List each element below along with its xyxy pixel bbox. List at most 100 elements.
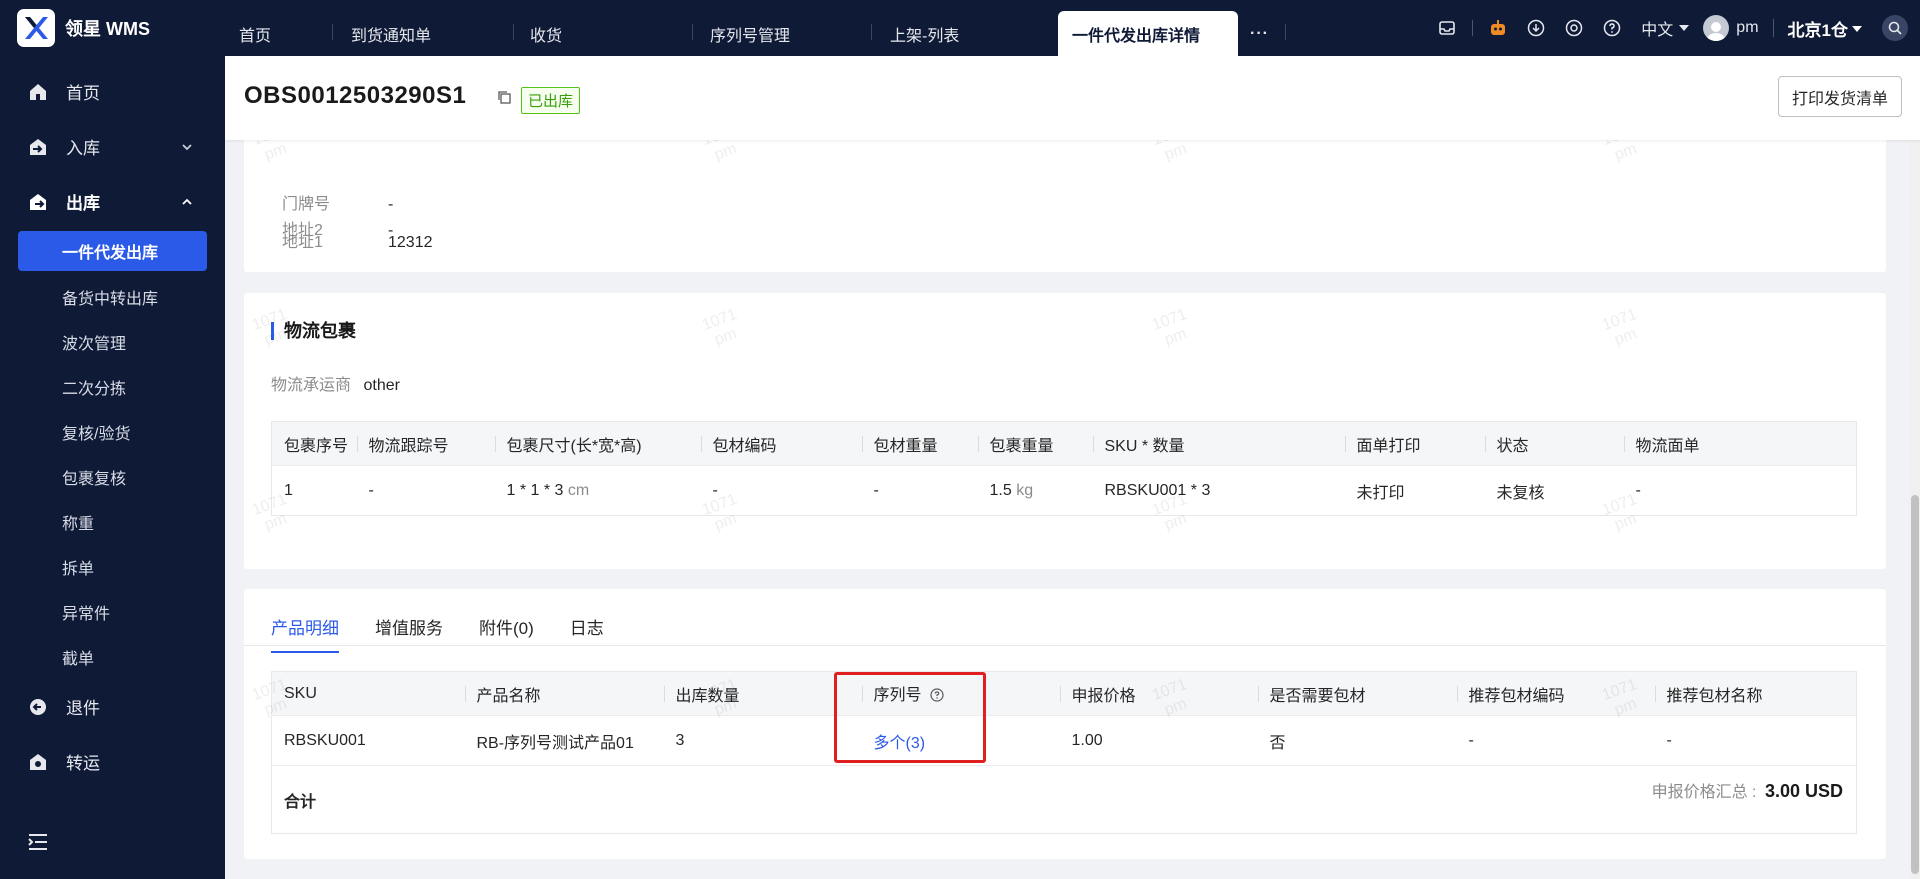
tab-product-details[interactable]: 产品明细: [271, 614, 339, 653]
copy-icon[interactable]: [497, 90, 512, 105]
cell-material-weight: -: [861, 465, 978, 516]
field-label: 门牌号: [282, 196, 331, 213]
tab-arrival-notice[interactable]: 到货通知单: [351, 0, 431, 56]
address-row-house-number: 门牌号 -: [282, 190, 393, 214]
sidebar-item-inbound[interactable]: 入库: [0, 119, 225, 174]
tab-dropship-outbound-detail[interactable]: 一件代发出库详情: [1058, 11, 1238, 56]
cell-qty: 3: [663, 715, 862, 766]
sidebar-item-home[interactable]: 首页: [0, 64, 225, 119]
cell-sku: RBSKU001: [271, 715, 465, 766]
sidebar-item-returns[interactable]: 退件: [0, 679, 225, 734]
cell-need-material: 否: [1257, 715, 1457, 766]
tab-attachments[interactable]: 附件(0): [479, 614, 534, 653]
download-icon[interactable]: [1525, 17, 1547, 39]
brand-logo-icon: [17, 9, 55, 47]
sidebar-subitem-review-inspection[interactable]: 复核/验货: [0, 409, 225, 454]
tab-putaway-list[interactable]: 上架-列表: [890, 0, 959, 56]
cell-waybill: -: [1623, 465, 1857, 516]
cell-rec-name: -: [1654, 715, 1857, 766]
column-header: 包材重量: [861, 421, 978, 466]
cell-product-name: RB-序列号测试产品01: [464, 715, 664, 766]
top-navigation-bar: 首页 到货通知单 收货 序列号管理 上架-列表 一件代发出库详情 ··· 中文 …: [225, 0, 1920, 56]
sidebar-subitem-wave-management[interactable]: 波次管理: [0, 319, 225, 364]
column-header: SKU * 数量: [1092, 421, 1345, 466]
sidebar-subitem-transfer-outbound[interactable]: 备货中转出库: [0, 274, 225, 319]
total-row: 合计 申报价格汇总 : 3.00 USD: [271, 765, 1857, 834]
column-header: 包裹尺寸(长*宽*高): [494, 421, 701, 466]
column-header: 出库数量: [663, 671, 862, 716]
search-icon[interactable]: [1882, 15, 1908, 41]
product-detail-card: 产品明细 增值服务 附件(0) 日志 SKU 产品名称 出库数量 序列号 申报价…: [244, 589, 1886, 859]
column-header: 是否需要包材: [1257, 671, 1457, 716]
sidebar-subitem-package-review[interactable]: 包裹复核: [0, 454, 225, 499]
table-row: 1 - 1 * 1 * 3 cm - - 1.5 kg RBSKU001 * 3…: [271, 465, 1857, 516]
cell-weight: 1.5 kg: [977, 465, 1093, 516]
cell-tracking: -: [356, 465, 495, 516]
field-label: 地址2: [282, 222, 323, 239]
status-badge: 已出库: [521, 87, 581, 114]
avatar: [1703, 15, 1730, 41]
tab-divider: [332, 24, 333, 40]
sidebar-item-label: 首页: [66, 84, 100, 103]
print-packing-list-button[interactable]: 打印发货清单: [1777, 76, 1902, 117]
column-header: 推荐包材名称: [1654, 671, 1857, 716]
carrier-row: 物流承运商 other: [271, 371, 400, 395]
scrollbar-thumb[interactable]: [1911, 495, 1919, 874]
sidebar-nav: 首页 入库 出库 一件代发出库 备货中转出库 波次管理 二次分拣 复核/验货 包…: [0, 64, 225, 789]
column-header: 状态: [1484, 421, 1624, 466]
outbound-icon: [27, 191, 49, 213]
caret-down-icon: [1852, 20, 1862, 36]
tab-logs[interactable]: 日志: [570, 614, 604, 653]
robot-assistant-icon[interactable]: [1487, 17, 1509, 39]
help-icon[interactable]: [1601, 17, 1623, 39]
brand[interactable]: 领星 WMS: [0, 0, 225, 56]
tab-divider: [871, 24, 872, 40]
summary-cell: 申报价格汇总 : 3.00 USD: [1257, 765, 1857, 834]
cell-declared-price: 1.00: [1059, 715, 1258, 766]
tab-value-added-services[interactable]: 增值服务: [375, 614, 443, 653]
sidebar-item-label: 出库: [66, 194, 100, 213]
settings-icon[interactable]: [1563, 17, 1585, 39]
tab-divider: [513, 24, 514, 40]
sidebar-subitem-dropship-outbound[interactable]: 一件代发出库: [18, 231, 207, 271]
more-tabs-button[interactable]: ···: [1250, 0, 1269, 56]
summary-value: 3.00 USD: [1764, 781, 1843, 801]
carrier-label: 物流承运商: [271, 377, 352, 394]
sidebar-subitem-intercept[interactable]: 截单: [0, 634, 225, 679]
tab-home[interactable]: 首页: [239, 0, 271, 56]
sidebar-subitem-exception[interactable]: 异常件: [0, 589, 225, 634]
sidebar-subitem-weighing[interactable]: 称重: [0, 499, 225, 544]
cell-sku-qty: RBSKU001 * 3: [1092, 465, 1345, 516]
carrier-value: other: [363, 377, 400, 394]
home-icon: [27, 81, 49, 103]
sidebar-item-label: 转运: [66, 754, 100, 773]
warehouse-selector[interactable]: 北京1仓: [1788, 16, 1862, 41]
logistics-card: 物流包裹 物流承运商 other 包裹序号 物流跟踪号 包裹尺寸(长*宽*高) …: [244, 293, 1886, 569]
section-title-logistics: 物流包裹: [271, 322, 356, 340]
user-menu[interactable]: pm: [1703, 15, 1759, 41]
sidebar-item-label: 退件: [66, 699, 100, 718]
sidebar-item-transfer[interactable]: 转运: [0, 734, 225, 789]
sidebar-subitem-split-order[interactable]: 拆单: [0, 544, 225, 589]
language-selector[interactable]: 中文: [1641, 16, 1690, 40]
order-number: OBS0012503290S1: [244, 82, 467, 109]
sidebar-subitem-secondary-sorting[interactable]: 二次分拣: [0, 364, 225, 409]
page-scrollbar[interactable]: [1910, 140, 1920, 879]
caret-down-icon: [1679, 19, 1690, 37]
column-header: 物流面单: [1623, 421, 1857, 466]
column-header: 包裹序号: [271, 421, 357, 466]
field-value: -: [388, 196, 394, 213]
detail-tabs: 产品明细 增值服务 附件(0) 日志: [271, 614, 640, 653]
tab-divider: [1285, 24, 1286, 40]
inbox-icon[interactable]: [1436, 17, 1458, 39]
collapse-menu-icon[interactable]: [27, 831, 49, 853]
sidebar-item-label: 入库: [66, 139, 100, 158]
tab-receiving[interactable]: 收货: [530, 0, 562, 56]
column-header: 面单打印: [1344, 421, 1485, 466]
topbar-tools: 中文 pm 北京1仓: [1428, 0, 1920, 56]
sidebar-item-outbound[interactable]: 出库: [0, 174, 225, 229]
highlight-box: [834, 672, 986, 763]
tab-serial-management[interactable]: 序列号管理: [710, 0, 790, 56]
main-content: OBS0012503290S1 已出库 打印发货清单 门牌号 - 地址1 12312…: [225, 56, 1920, 879]
toolbar-divider: [1472, 20, 1474, 36]
